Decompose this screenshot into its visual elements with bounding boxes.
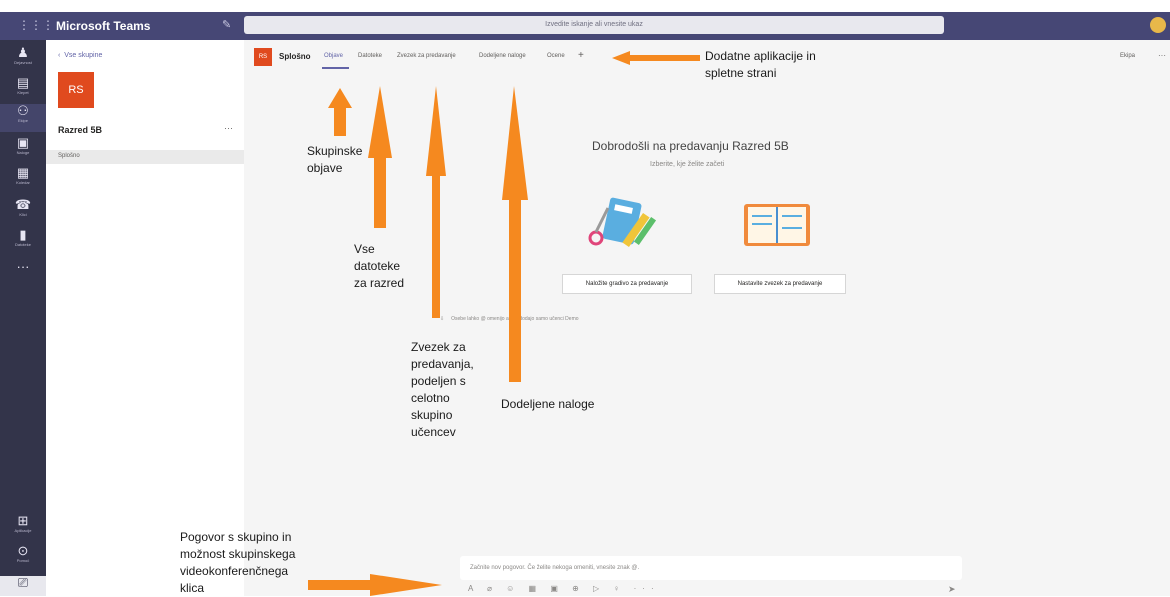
annotation-posts: Skupinske objave: [307, 144, 363, 175]
annotation-assignments: Dodeljene naloge: [501, 397, 595, 411]
chat-arrow: [308, 574, 442, 596]
posts-arrow: [328, 88, 352, 136]
annotation-files: Vse datoteke za razred: [354, 242, 405, 290]
annotation-chat: Pogovor s skupino in možnost skupinskega…: [180, 530, 296, 595]
notebook-arrow: [426, 86, 446, 318]
annotation-notebook: Zvezek za predavanja, podeljen s celotno…: [411, 340, 474, 439]
annotation-apps: Dodatne aplikacije in spletne strani: [705, 49, 816, 80]
files-arrow: [368, 86, 392, 228]
apps-arrow: [612, 51, 700, 65]
annotation-arrows: [308, 51, 700, 596]
assignments-arrow: [502, 86, 528, 382]
